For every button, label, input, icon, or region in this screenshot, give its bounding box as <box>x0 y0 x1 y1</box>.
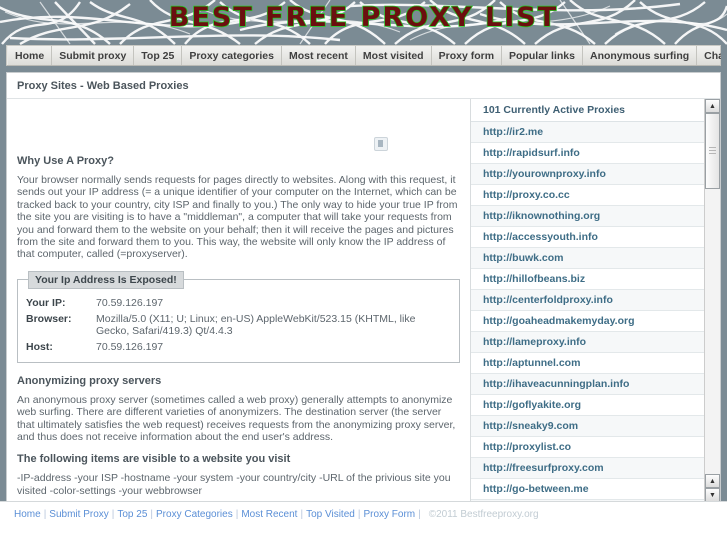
broken-image-icon <box>374 137 388 151</box>
list-item[interactable]: http://accessyouth.info <box>471 227 720 248</box>
list-item[interactable]: http://goaheadmakemyday.org <box>471 311 720 332</box>
list-item[interactable]: http://iknownothing.org <box>471 206 720 227</box>
proxy-list-scroll-area[interactable]: 101 Currently Active Proxies http://ir2.… <box>471 99 720 502</box>
article-column: Why Use A Proxy? Your browser normally s… <box>7 99 471 540</box>
your-ip-value: 70.59.126.197 <box>96 296 164 309</box>
nav-item-most-visited[interactable]: Most visited <box>356 46 432 65</box>
footer-link-top-visited[interactable]: Top Visited <box>306 509 355 520</box>
nav-item-anonymous-surfing[interactable]: Anonymous surfing <box>583 46 698 65</box>
footer-separator: | <box>357 509 361 520</box>
nav-item-proxy-form[interactable]: Proxy form <box>432 46 503 65</box>
nav-item-top-25[interactable]: Top 25 <box>134 46 183 65</box>
list-item[interactable]: http://aptunnel.com <box>471 353 720 374</box>
footer-links: Home | Submit Proxy | Top 25 | Proxy Categorie… <box>0 502 727 520</box>
table-row: Your IP: 70.59.126.197 <box>26 295 451 311</box>
browser-label: Browser: <box>26 312 72 325</box>
why-use-proxy-heading: Why Use A Proxy? <box>17 155 114 167</box>
scrollbar-thumb[interactable] <box>705 113 720 189</box>
site-banner: BEST FREE PROXY LIST <box>0 0 727 45</box>
footer-separator: | <box>300 509 304 520</box>
ad-placeholder-area <box>17 99 460 151</box>
footer-separator: | <box>111 509 115 520</box>
host-value: 70.59.126.197 <box>96 340 164 353</box>
list-item[interactable]: http://rapidsurf.info <box>471 143 720 164</box>
list-item[interactable]: http://ir2.me <box>471 122 720 143</box>
page-title: Proxy Sites - Web Based Proxies <box>7 73 720 99</box>
scroll-up-arrow-icon-2[interactable]: ▲ <box>705 474 720 488</box>
site-footer: Home | Submit Proxy | Top 25 | Proxy Categorie… <box>0 501 727 545</box>
list-item[interactable]: http://yourownproxy.info <box>471 164 720 185</box>
nav-item-proxy-categories[interactable]: Proxy categories <box>182 46 282 65</box>
main-navigation[interactable]: Home Submit proxy Top 25 Proxy categorie… <box>6 45 727 66</box>
list-item[interactable]: http://proxy.co.cc <box>471 185 720 206</box>
footer-link-most-recent[interactable]: Most Recent <box>241 509 297 520</box>
list-item[interactable]: http://goflyakite.org <box>471 395 720 416</box>
nav-item-submit-proxy[interactable]: Submit proxy <box>52 46 135 65</box>
visible-items-heading: The following items are visible to a web… <box>17 453 291 466</box>
content-columns: Why Use A Proxy? Your browser normally s… <box>7 99 720 540</box>
page-root: BEST FREE PROXY LIST Home Submit proxy T… <box>0 0 727 545</box>
proxy-list-column: 101 Currently Active Proxies http://ir2.… <box>471 99 720 502</box>
footer-separator: | <box>418 509 421 520</box>
anonymizing-heading: Anonymizing proxy servers <box>17 374 162 387</box>
footer-link-proxy-categories[interactable]: Proxy Categories <box>156 509 233 520</box>
nav-item-most-recent[interactable]: Most recent <box>282 46 356 65</box>
scroll-up-arrow-icon[interactable]: ▲ <box>705 99 720 113</box>
active-proxies-heading: 101 Currently Active Proxies <box>471 99 720 122</box>
list-item[interactable]: http://hillofbeans.biz <box>471 269 720 290</box>
table-row: Host: 70.59.126.197 <box>26 339 451 355</box>
list-item[interactable]: http://sneaky9.com <box>471 416 720 437</box>
list-item[interactable]: http://freesurfproxy.com <box>471 458 720 479</box>
proxy-list-scrollbar[interactable]: ▲ ▲ ▼ <box>704 99 720 502</box>
footer-copyright: ©2011 Bestfreeproxy.org <box>428 509 539 520</box>
footer-link-proxy-form[interactable]: Proxy Form <box>363 509 415 520</box>
list-item[interactable]: http://go-between.me <box>471 479 720 500</box>
your-ip-label: Your IP: <box>26 296 66 309</box>
page-title-banner: BEST FREE PROXY LIST <box>168 1 559 33</box>
footer-link-top-25[interactable]: Top 25 <box>117 509 147 520</box>
nav-item-home[interactable]: Home <box>7 46 53 65</box>
list-item[interactable]: http://proxylist.co <box>471 437 720 458</box>
list-item[interactable]: http://ihaveacunningplan.info <box>471 374 720 395</box>
visible-items-paragraph: -IP-address -your ISP -hostname -your sy… <box>17 472 451 497</box>
footer-link-home[interactable]: Home <box>14 509 41 520</box>
host-label: Host: <box>26 340 53 353</box>
right-background-rail <box>721 45 727 502</box>
ip-exposed-legend: Your Ip Address Is Exposed! <box>28 270 184 289</box>
footer-separator: | <box>235 509 239 520</box>
anonymizing-paragraph: An anonymous proxy server (sometimes cal… <box>17 393 456 444</box>
scroll-down-arrow-icon[interactable]: ▼ <box>705 488 720 502</box>
browser-value: Mozilla/5.0 (X11; U; Linux; en-US) Apple… <box>96 312 416 337</box>
ip-info-table: Your IP: 70.59.126.197 Browser: Mozilla/… <box>26 295 451 355</box>
list-item[interactable]: http://centerfoldproxy.info <box>471 290 720 311</box>
list-item[interactable]: http://lameproxy.info <box>471 332 720 353</box>
footer-separator: | <box>43 509 47 520</box>
content-panel: Proxy Sites - Web Based Proxies Why Use … <box>6 72 721 540</box>
footer-link-submit-proxy[interactable]: Submit Proxy <box>49 509 108 520</box>
table-row: Browser: Mozilla/5.0 (X11; U; Linux; en-… <box>26 311 451 339</box>
list-item[interactable]: http://buwk.com <box>471 248 720 269</box>
ip-exposed-box: Your Ip Address Is Exposed! Your IP: 70.… <box>17 270 460 363</box>
footer-separator: | <box>150 509 154 520</box>
nav-item-popular-links[interactable]: Popular links <box>502 46 583 65</box>
why-use-proxy-paragraph: Your browser normally sends requests for… <box>17 174 458 261</box>
